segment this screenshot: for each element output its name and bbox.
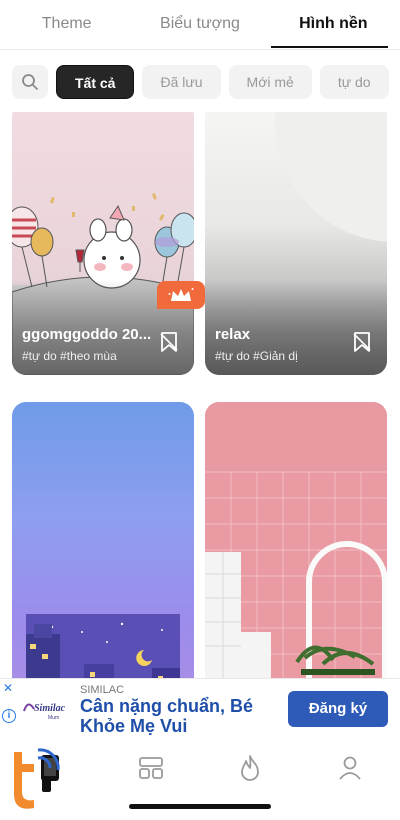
ad-signup-button[interactable]: Đăng ký xyxy=(288,691,388,727)
search-button[interactable] xyxy=(12,65,48,99)
similac-logo-mark: Similac Mum xyxy=(23,703,66,721)
search-icon xyxy=(22,74,38,90)
nav-trending[interactable] xyxy=(230,748,270,788)
ad-info-icon[interactable]: i xyxy=(2,709,16,723)
chip-saved[interactable]: Đã lưu xyxy=(142,65,221,99)
chip-new[interactable]: Mới mẻ xyxy=(228,65,312,99)
ad-close-icon[interactable]: ✕ xyxy=(3,681,13,695)
wallpaper-card[interactable] xyxy=(12,402,194,678)
wallpaper-card[interactable]: relax #tự do #Giản dị xyxy=(205,112,387,375)
ad-brand: SIMILAC xyxy=(80,684,125,696)
ad-banner[interactable]: ✕ i Similac Mum SIMILAC Cân nặng chuẩn, … xyxy=(0,678,400,740)
top-tabs: Theme Biểu tượng Hình nền xyxy=(0,0,400,50)
tab-icons-label: Biểu tượng xyxy=(160,15,240,32)
fire-icon xyxy=(241,755,259,781)
tab-icons[interactable]: Biểu tượng xyxy=(133,0,266,49)
nav-profile[interactable] xyxy=(330,748,370,788)
filter-bar: Tất cả Đã lưu Mới mẻ tự do xyxy=(12,64,400,100)
wallpaper-title: relax xyxy=(215,326,251,343)
bookmark-icon[interactable] xyxy=(158,331,180,353)
svg-text:Mum: Mum xyxy=(48,715,59,721)
watermark-logo xyxy=(14,748,60,809)
wallpaper-screen: Theme Biểu tượng Hình nền Tất cả Đã lưu … xyxy=(0,0,400,820)
tab-theme[interactable]: Theme xyxy=(0,0,133,49)
wallpaper-grid: ggomggoddo 20... #tự do #theo mùa relax … xyxy=(0,112,400,678)
nav-widgets[interactable] xyxy=(131,748,171,788)
home-indicator xyxy=(129,804,271,809)
chip-free[interactable]: tự do xyxy=(319,65,389,99)
wallpaper-card[interactable] xyxy=(205,402,387,678)
active-tab-underline xyxy=(270,46,388,48)
wallpaper-title: ggomggoddo 20... xyxy=(22,326,152,343)
night-city-illustration xyxy=(26,614,180,678)
tab-theme-label: Theme xyxy=(41,15,92,32)
wallpaper-tags: #tự do #theo mùa xyxy=(22,349,117,363)
svg-text:Similac: Similac xyxy=(34,703,66,714)
crown-icon xyxy=(168,288,194,301)
tab-wallpapers[interactable]: Hình nền xyxy=(267,0,400,49)
similac-logo: Similac Mum xyxy=(22,697,70,723)
tab-wallpapers-label: Hình nền xyxy=(299,15,368,32)
wallpaper-tags: #tự do #Giản dị xyxy=(215,349,298,363)
widgets-icon xyxy=(139,757,163,779)
chip-all[interactable]: Tất cả xyxy=(56,65,135,99)
profile-icon xyxy=(339,756,361,780)
premium-badge xyxy=(157,281,205,309)
bookmark-icon[interactable] xyxy=(351,331,373,353)
pink-room-illustration xyxy=(205,402,387,678)
ad-headline: Cân nặng chuẩn, Bé Khỏe Mẹ Vui xyxy=(80,696,254,736)
wallpaper-card[interactable]: ggomggoddo 20... #tự do #theo mùa xyxy=(12,112,194,375)
